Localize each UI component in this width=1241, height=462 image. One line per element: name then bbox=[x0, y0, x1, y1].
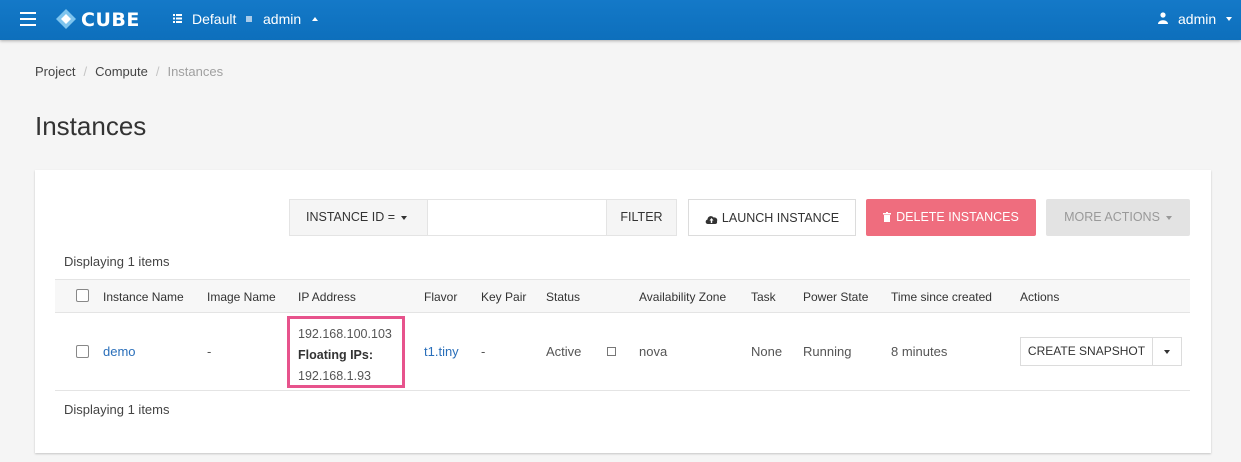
breadcrumb-separator: / bbox=[83, 64, 88, 79]
app-logo-text[interactable]: CUBE bbox=[81, 9, 140, 31]
select-all-checkbox[interactable] bbox=[76, 289, 89, 302]
breadcrumb: Project / Compute / Instances bbox=[35, 64, 223, 79]
col-key-pair[interactable]: Key Pair bbox=[481, 290, 526, 304]
caret-up-icon[interactable] bbox=[312, 17, 318, 21]
more-actions-button[interactable]: MORE ACTIONS bbox=[1046, 199, 1190, 236]
power-state-cell: Running bbox=[803, 344, 852, 359]
menu-icon[interactable] bbox=[20, 12, 36, 26]
launch-instance-label: LAUNCH INSTANCE bbox=[721, 211, 840, 225]
table-header: Instance Name Image Name IP Address Flav… bbox=[55, 279, 1190, 313]
filter-input[interactable] bbox=[428, 200, 606, 235]
account-menu[interactable]: admin bbox=[1178, 11, 1216, 27]
availability-zone-cell: nova bbox=[639, 344, 668, 359]
breadcrumb-compute[interactable]: Compute bbox=[95, 64, 148, 79]
filter-button[interactable]: FILTER bbox=[606, 200, 676, 235]
breadcrumb-current: Instances bbox=[167, 64, 224, 79]
scope-selector[interactable]: admin bbox=[263, 11, 301, 27]
row-actions-dropdown[interactable] bbox=[1152, 338, 1181, 365]
delete-instances-button[interactable]: DELETE INSTANCES bbox=[866, 199, 1036, 236]
status-square-icon bbox=[607, 347, 616, 356]
filter-group: INSTANCE ID = FILTER bbox=[289, 199, 677, 236]
time-since-created-cell: 8 minutes bbox=[891, 344, 948, 359]
breadcrumb-project[interactable]: Project bbox=[35, 64, 75, 79]
delete-instances-label: DELETE INSTANCES bbox=[896, 210, 1019, 224]
scope-square-icon bbox=[246, 16, 252, 22]
more-actions-label: MORE ACTIONS bbox=[1064, 210, 1160, 224]
top-navbar: CUBE Default admin admin bbox=[0, 0, 1241, 40]
instance-name-link[interactable]: demo bbox=[103, 344, 136, 359]
col-power-state[interactable]: Power State bbox=[803, 290, 868, 304]
item-count-bottom: Displaying 1 items bbox=[64, 402, 170, 417]
trash-icon bbox=[883, 212, 892, 222]
chevron-down-icon bbox=[1164, 350, 1170, 354]
project-selector[interactable]: Default bbox=[192, 11, 236, 27]
cloud-upload-icon bbox=[705, 216, 718, 224]
launch-instance-button[interactable]: LAUNCH INSTANCE bbox=[688, 199, 856, 236]
fixed-ip-text: 192.168.100.103 bbox=[298, 327, 392, 341]
page-title: Instances bbox=[35, 111, 147, 141]
floating-ips-label: Floating IPs: bbox=[298, 348, 373, 362]
ip-address-highlight: 192.168.100.103 Floating IPs: 192.168.1.… bbox=[287, 316, 405, 388]
row-checkbox[interactable] bbox=[76, 345, 89, 358]
task-cell: None bbox=[751, 344, 783, 359]
cube-logo-icon bbox=[56, 9, 76, 29]
status-cell: Active bbox=[546, 344, 582, 359]
user-icon bbox=[1158, 12, 1168, 24]
image-name-cell: - bbox=[207, 344, 212, 359]
flavor-link[interactable]: t1.tiny bbox=[424, 344, 459, 359]
floating-ip-text: 192.168.1.93 bbox=[298, 369, 371, 383]
col-time-since-created[interactable]: Time since created bbox=[891, 290, 992, 304]
table-row: demo - 192.168.100.103 Floating IPs: 192… bbox=[55, 313, 1190, 391]
row-actions-group: CREATE SNAPSHOT bbox=[1020, 337, 1182, 366]
list-icon bbox=[173, 14, 182, 23]
caret-down-icon[interactable] bbox=[1226, 17, 1232, 21]
chevron-down-icon bbox=[1165, 215, 1172, 220]
filter-field-dropdown[interactable]: INSTANCE ID = bbox=[290, 200, 428, 235]
col-flavor[interactable]: Flavor bbox=[424, 290, 457, 304]
chevron-down-icon bbox=[401, 215, 408, 220]
col-ip-address[interactable]: IP Address bbox=[298, 290, 356, 304]
col-task[interactable]: Task bbox=[751, 290, 776, 304]
col-image-name[interactable]: Image Name bbox=[207, 290, 276, 304]
col-actions: Actions bbox=[1020, 290, 1060, 304]
item-count-top: Displaying 1 items bbox=[64, 254, 170, 269]
filter-field-label: INSTANCE ID = bbox=[306, 210, 396, 224]
create-snapshot-button[interactable]: CREATE SNAPSHOT bbox=[1021, 338, 1152, 365]
instances-panel: INSTANCE ID = FILTER LAUNCH INSTANCE DEL… bbox=[35, 170, 1211, 453]
col-status[interactable]: Status bbox=[546, 290, 580, 304]
col-instance-name[interactable]: Instance Name bbox=[103, 290, 184, 304]
key-pair-cell: - bbox=[481, 344, 486, 359]
breadcrumb-separator: / bbox=[155, 64, 160, 79]
col-availability-zone[interactable]: Availability Zone bbox=[639, 290, 726, 304]
